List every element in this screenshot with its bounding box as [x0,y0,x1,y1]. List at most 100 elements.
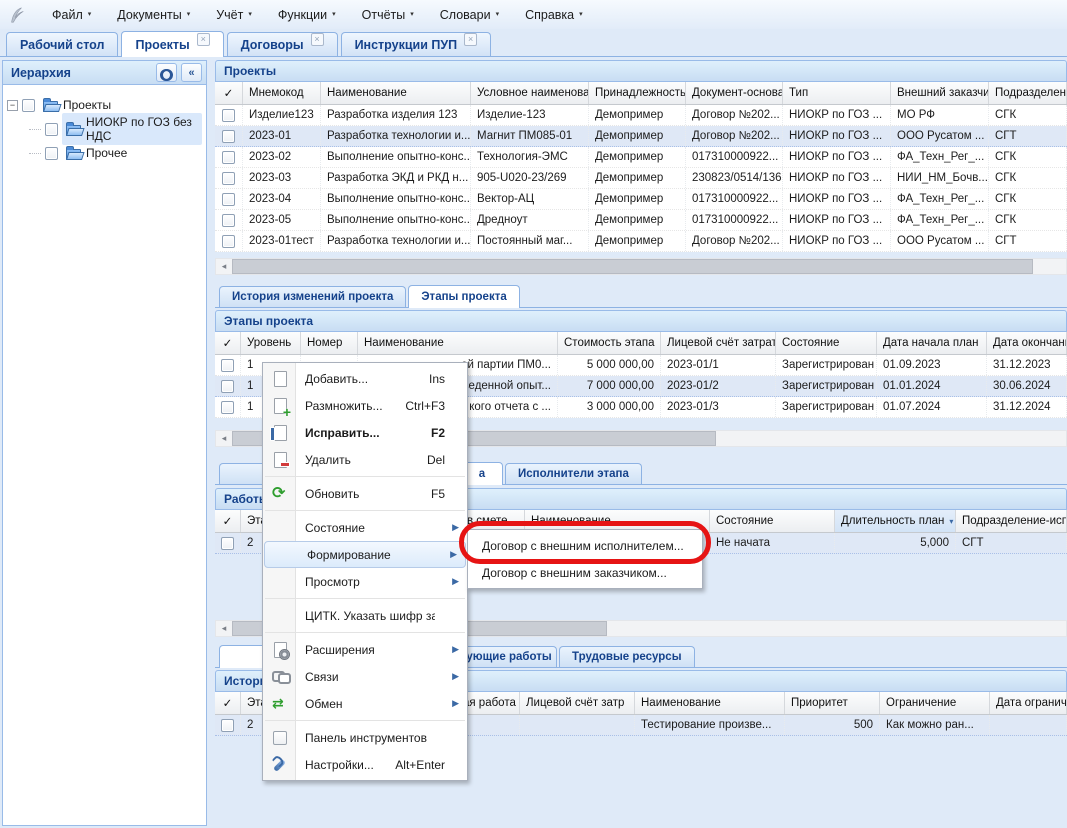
scrollbar-thumb[interactable] [232,259,1033,274]
context-menu-item[interactable]: ▶ [263,507,467,514]
context-menu-item[interactable]: ЦИТК. Указать шифр затрат... ▶ [263,602,467,629]
projects-table-row[interactable]: 2023-04Выполнение опытно-конс...Вектор-А… [215,189,1067,210]
projects-table-row[interactable]: 2023-02Выполнение опытно-конс...Технолог… [215,147,1067,168]
column-header[interactable]: Мнемокод [243,82,321,104]
context-menu-item[interactable]: Настройки... Alt+Enter ▶ [263,751,467,778]
column-header[interactable]: Дата начала план [877,332,987,354]
projects-table-row[interactable]: 2023-01тестРазработка технологии и...Пос… [215,231,1067,252]
row-checkbox[interactable] [221,719,234,732]
context-menu-item[interactable]: Удалить Del ▶ [263,446,467,473]
context-menu-item[interactable]: Панель инструментов ▶ [263,724,467,751]
row-checkbox[interactable] [221,401,234,414]
tree-node-checkbox[interactable] [22,99,35,112]
context-menu-item[interactable]: Размножить... Ctrl+F3 ▶ [263,392,467,419]
column-header[interactable]: Условное наименова [471,82,589,104]
tree-node-checkbox[interactable] [45,147,58,160]
projects-table-row[interactable]: 2023-05Выполнение опытно-конс...Дредноут… [215,210,1067,231]
row-checkbox[interactable] [222,109,235,122]
select-all-header[interactable]: ✓ [215,332,241,354]
context-menu-item[interactable]: ▶ [263,629,467,636]
column-header[interactable]: Наименование [635,692,785,714]
context-menu-item[interactable]: Связи ▶ [263,663,467,690]
row-checkbox[interactable] [222,172,235,185]
scroll-left-arrow-icon[interactable]: ◂ [216,261,232,272]
row-checkbox[interactable] [222,130,235,143]
collapse-panel-button[interactable]: « [181,63,202,82]
sub-tab[interactable]: Этапы проекта [408,285,519,308]
scroll-left-arrow-icon[interactable]: ◂ [216,623,232,634]
tree-collapse-icon[interactable]: − [7,100,18,111]
submenu-item[interactable]: Договор с внешним заказчиком... [468,559,702,586]
menubar-item[interactable]: Документы ▾ [109,4,198,26]
menubar-item[interactable]: Справка ▾ [517,4,591,26]
menubar-item[interactable]: Словари ▾ [432,4,507,26]
context-menu-item[interactable]: ▶ [263,473,467,480]
column-header[interactable]: Ограничение [880,692,990,714]
column-header[interactable]: Дата ограничен [990,692,1067,714]
select-all-header[interactable]: ✓ [215,510,241,532]
column-header[interactable]: Приоритет [785,692,880,714]
column-header[interactable]: Тип [783,82,891,104]
row-checkbox[interactable] [221,537,234,550]
column-header[interactable]: Наименование [358,332,558,354]
main-tab[interactable]: Проекты × [121,31,223,57]
submenu-item[interactable]: Договор с внешним исполнителем... [468,532,702,559]
menubar-item[interactable]: Файл ▾ [44,4,99,26]
tab-close-icon[interactable]: × [311,33,324,46]
context-menu-item[interactable]: Обновить F5 ▶ [263,480,467,507]
context-menu-item[interactable]: Добавить... Ins ▶ [263,365,467,392]
tree-node-label: Проекты [63,98,111,112]
column-header[interactable]: Документ-основан [686,82,783,104]
column-header[interactable]: Лицевой счёт затрат. [661,332,776,354]
context-menu-item[interactable]: ▶ [263,717,467,724]
select-all-header[interactable]: ✓ [215,692,241,714]
tree-node-checkbox[interactable] [45,123,58,136]
select-all-header[interactable]: ✓ [215,82,243,104]
projects-table-row[interactable]: 2023-03Разработка ЭКД и РКД н...905-U020… [215,168,1067,189]
column-header[interactable]: Лицевой счёт затр [520,692,635,714]
scroll-left-arrow-icon[interactable]: ◂ [216,433,232,444]
row-checkbox[interactable] [222,193,235,206]
context-menu-item[interactable]: Состояние ▶ [263,514,467,541]
tab-close-icon[interactable]: × [197,33,210,46]
row-checkbox[interactable] [221,359,234,372]
context-menu-item[interactable]: Формирование ▶ [264,541,466,568]
main-tab[interactable]: Инструкции ПУП × [341,32,492,56]
sub-tab[interactable]: История изменений проекта [219,286,406,307]
column-header[interactable]: Стоимость этапа [558,332,661,354]
column-header[interactable]: Номер [301,332,358,354]
projects-table-row[interactable]: Изделие123Разработка изделия 123Изделие-… [215,105,1067,126]
projects-table-row[interactable]: 2023-01Разработка технологии и...Магнит … [215,126,1067,147]
sub-tab[interactable]: Трудовые ресурсы [559,646,695,667]
search-tool-button[interactable] [156,63,177,82]
column-header[interactable]: Наименование [321,82,471,104]
column-header[interactable]: Подразделение [989,82,1067,104]
context-menu-item[interactable]: Исправить... F2 ▶ [263,419,467,446]
context-menu-item[interactable]: ▶ [263,595,467,602]
tree-node[interactable]: НИОКР по ГОЗ без НДС [29,117,202,141]
column-header[interactable]: Состояние [776,332,877,354]
column-header[interactable]: Внешний заказчик [891,82,989,104]
column-header[interactable]: Подразделение-испо ▾ [956,510,1067,532]
row-checkbox[interactable] [221,380,234,393]
context-menu-item[interactable]: Обмен ▶ [263,690,467,717]
column-header[interactable]: Дата окончани [987,332,1067,354]
tab-close-icon[interactable]: × [464,33,477,46]
row-checkbox[interactable] [222,235,235,248]
column-header[interactable]: Уровень [241,332,301,354]
column-header[interactable]: Состояние ▾ [710,510,835,532]
row-checkbox[interactable] [222,214,235,227]
menubar-item[interactable]: Учёт ▾ [208,4,260,26]
row-checkbox[interactable] [222,151,235,164]
projects-hscrollbar[interactable]: ◂ [215,258,1067,275]
column-header[interactable]: Длительность план ▾ [835,510,956,532]
menubar-item[interactable]: Отчёты ▾ [354,4,422,26]
main-tab[interactable]: Договоры × [227,32,338,56]
sub-tab[interactable]: ующие работы [461,646,557,667]
context-menu-item[interactable]: Расширения ▶ [263,636,467,663]
context-menu-item[interactable]: Просмотр ▶ [263,568,467,595]
column-header[interactable]: Принадлежность [589,82,686,104]
sub-tab[interactable]: Исполнители этапа [505,463,642,484]
main-tab[interactable]: Рабочий стол × [6,32,118,56]
menubar-item[interactable]: Функции ▾ [270,4,344,26]
